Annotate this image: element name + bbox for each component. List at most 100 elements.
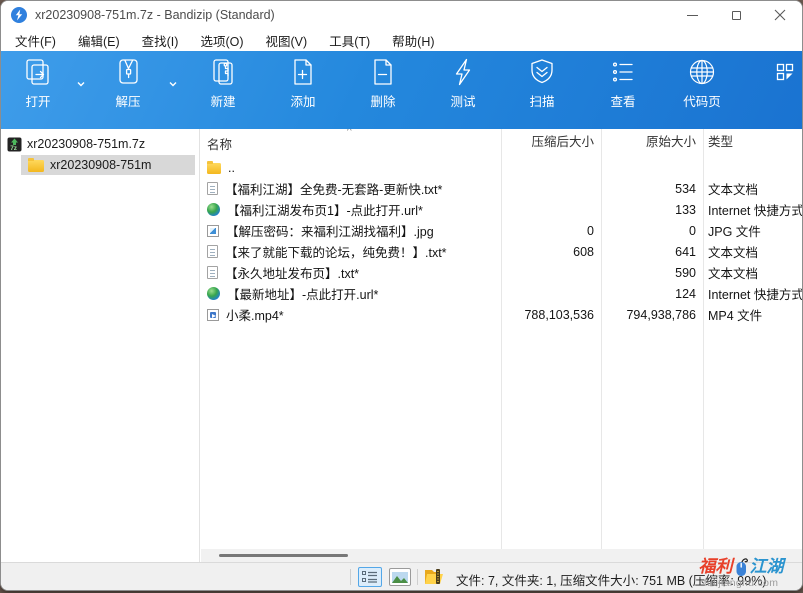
file-type-cell: 文本文档 xyxy=(703,242,802,261)
svg-text:7z: 7z xyxy=(10,145,18,152)
file-type-icon xyxy=(207,266,218,279)
test-icon xyxy=(448,57,478,87)
file-type-icon xyxy=(207,287,220,300)
file-row[interactable]: 【福利江湖】全免费-无套路-更新快.txt* 534 文本文档 xyxy=(201,178,802,199)
file-name: 【解压密码：来福利江湖找福利】.jpg xyxy=(226,221,434,240)
menu-edit[interactable]: 编辑(E) xyxy=(70,29,128,52)
file-row[interactable]: 小柔.mp4* 788,103,536 794,938,786 MP4 文件 xyxy=(201,304,802,325)
scrollbar-thumb[interactable] xyxy=(219,554,348,557)
scan-label: 扫描 xyxy=(512,91,572,110)
file-type-icon xyxy=(207,245,218,258)
scan-icon xyxy=(527,57,557,87)
file-name: 小柔.mp4* xyxy=(226,305,284,324)
file-name-cell: 【福利江湖】全免费-无套路-更新快.txt* xyxy=(201,179,501,198)
extract-button[interactable]: 解压 xyxy=(98,57,158,110)
list-header: 名称 压缩后大小 原始大小 类型 xyxy=(201,131,802,155)
minimize-icon xyxy=(687,15,698,16)
column-header-type[interactable]: 类型 xyxy=(703,131,802,155)
test-button[interactable]: 测试 xyxy=(433,57,493,110)
7z-archive-icon: 7z xyxy=(7,137,22,152)
maximize-button[interactable] xyxy=(714,1,758,29)
add-button[interactable]: 添加 xyxy=(273,57,333,110)
open-archive-folder-button[interactable] xyxy=(423,567,445,587)
bandizip-logo-icon xyxy=(11,7,27,23)
tree-item-label: xr20230908-751m.7z xyxy=(27,137,145,151)
menu-view[interactable]: 视图(V) xyxy=(258,29,316,52)
original-size-cell: 133 xyxy=(601,203,703,217)
file-type-cell: MP4 文件 xyxy=(703,305,802,324)
add-label: 添加 xyxy=(273,91,333,110)
menu-tools[interactable]: 工具(T) xyxy=(321,29,378,52)
title-bar: xr20230908-751m.7z - Bandizip (Standard) xyxy=(1,1,802,29)
folder-icon xyxy=(28,160,44,172)
file-type-cell: Internet 快捷方式 xyxy=(703,200,802,219)
codepage-icon xyxy=(687,57,717,87)
menu-find[interactable]: 查找(I) xyxy=(134,29,187,52)
minimize-button[interactable] xyxy=(670,1,714,29)
status-bar: 文件: 7, 文件夹: 1, 压缩文件大小: 751 MB (压缩率: 99%) xyxy=(1,562,802,590)
horizontal-scrollbar[interactable] xyxy=(201,549,802,562)
file-name-cell: 【最新地址】-点此打开.url* xyxy=(201,284,501,303)
scan-button[interactable]: 扫描 xyxy=(512,57,572,110)
menu-file[interactable]: 文件(F) xyxy=(7,29,64,52)
close-button[interactable] xyxy=(758,1,802,29)
view-icon xyxy=(608,57,638,87)
view-button[interactable]: 查看 xyxy=(593,57,653,110)
thumbnail-view-icon xyxy=(392,572,408,583)
status-separator xyxy=(350,569,351,585)
file-row[interactable]: .. xyxy=(201,157,802,178)
tree-item-archive-root[interactable]: 7z xr20230908-751m.7z xyxy=(1,134,199,154)
original-size-cell: 641 xyxy=(601,245,703,259)
menu-help[interactable]: 帮助(H) xyxy=(384,29,442,52)
extract-icon xyxy=(113,57,143,87)
file-name: 【福利江湖】全免费-无套路-更新快.txt* xyxy=(225,179,442,198)
compressed-size-cell: 608 xyxy=(501,245,601,259)
tree-item-folder-selected[interactable]: xr20230908-751m xyxy=(21,155,195,175)
delete-button[interactable]: 删除 xyxy=(353,57,413,110)
new-archive-button[interactable]: 新建 xyxy=(193,57,253,110)
thumbnail-view-button[interactable] xyxy=(389,568,411,586)
toolbar: 打开 解压 新建 添加 xyxy=(1,51,802,129)
file-row[interactable]: 【最新地址】-点此打开.url* 124 Internet 快捷方式 xyxy=(201,283,802,304)
view-label: 查看 xyxy=(593,91,653,110)
new-archive-icon xyxy=(208,57,238,87)
file-list-panel: ^ 名称 压缩后大小 原始大小 类型 .. 【福利江湖】全免费-无套路-更新快.… xyxy=(201,129,802,549)
compressed-size-cell: 0 xyxy=(501,224,601,238)
menu-options[interactable]: 选项(O) xyxy=(192,29,251,52)
file-name: 【来了就能下载的论坛，纯免费！】.txt* xyxy=(225,242,447,261)
delete-icon xyxy=(368,57,398,87)
open-button[interactable]: 打开 xyxy=(8,57,68,110)
file-name-cell: 【解压密码：来福利江湖找福利】.jpg xyxy=(201,221,501,240)
bandizip-window: xr20230908-751m.7z - Bandizip (Standard)… xyxy=(0,0,803,591)
file-row[interactable]: 【福利江湖发布页1】-点此打开.url* 133 Internet 快捷方式 xyxy=(201,199,802,220)
column-header-compressed-size[interactable]: 压缩后大小 xyxy=(501,131,601,155)
new-archive-label: 新建 xyxy=(193,91,253,110)
file-row[interactable]: 【永久地址发布页】.txt* 590 文本文档 xyxy=(201,262,802,283)
open-archive-folder-icon xyxy=(424,568,444,586)
file-row[interactable]: 【解压密码：来福利江湖找福利】.jpg 0 0 JPG 文件 xyxy=(201,220,802,241)
open-label: 打开 xyxy=(8,91,68,110)
extract-dropdown-chevron-icon[interactable] xyxy=(167,79,179,89)
menu-bar: 文件(F) 编辑(E) 查找(I) 选项(O) 视图(V) 工具(T) 帮助(H… xyxy=(1,29,802,51)
file-name-cell: 【永久地址发布页】.txt* xyxy=(201,263,501,282)
file-name: 【最新地址】-点此打开.url* xyxy=(227,284,378,303)
details-view-button[interactable] xyxy=(358,567,382,587)
column-header-original-size[interactable]: 原始大小 xyxy=(601,131,703,155)
file-row[interactable]: 【来了就能下载的论坛，纯免费！】.txt* 608 641 文本文档 xyxy=(201,241,802,262)
file-name-cell: .. xyxy=(201,161,501,175)
codepage-button[interactable]: 代码页 xyxy=(669,57,735,110)
open-dropdown-chevron-icon[interactable] xyxy=(75,79,87,89)
column-header-name[interactable]: 名称 xyxy=(201,131,501,155)
close-icon xyxy=(774,9,786,21)
window-title: xr20230908-751m.7z - Bandizip (Standard) xyxy=(35,8,275,22)
codepage-label: 代码页 xyxy=(669,91,735,110)
file-name-cell: 【福利江湖发布页1】-点此打开.url* xyxy=(201,200,501,219)
delete-label: 删除 xyxy=(353,91,413,110)
toolbar-layout-toggle-icon[interactable] xyxy=(776,63,794,81)
open-icon xyxy=(23,57,53,87)
file-name-cell: 小柔.mp4* xyxy=(201,305,501,324)
archive-tree-sidebar: 7z xr20230908-751m.7z xr20230908-751m xyxy=(1,129,200,562)
file-type-icon xyxy=(207,225,219,237)
original-size-cell: 124 xyxy=(601,287,703,301)
test-label: 测试 xyxy=(433,91,493,110)
